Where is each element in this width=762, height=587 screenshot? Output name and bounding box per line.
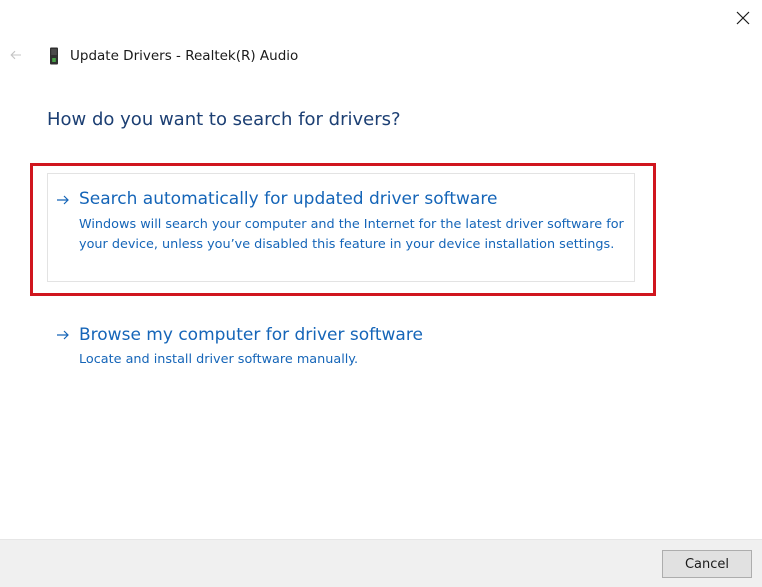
page-heading: How do you want to search for drivers? [47,109,401,130]
browse-computer-option[interactable]: Browse my computer for driver software L… [47,316,635,380]
back-arrow-icon [10,50,21,60]
cancel-button[interactable]: Cancel [662,550,752,578]
option-description: Locate and install driver software manua… [79,352,359,367]
close-icon [736,11,750,25]
dialog-footer: Cancel [0,539,762,587]
option-title: Search automatically for updated driver … [79,189,498,209]
update-drivers-dialog: Update Drivers - Realtek(R) Audio How do… [0,0,762,587]
arrow-right-icon [57,195,69,205]
option-title: Browse my computer for driver software [79,325,423,345]
close-button[interactable] [728,4,758,32]
audio-device-icon [50,47,58,65]
window-title: Update Drivers - Realtek(R) Audio [70,48,299,64]
search-automatically-option[interactable]: Search automatically for updated driver … [47,173,635,282]
back-button[interactable] [8,46,24,64]
option-description: Windows will search your computer and th… [79,217,624,252]
arrow-right-icon [57,330,69,340]
